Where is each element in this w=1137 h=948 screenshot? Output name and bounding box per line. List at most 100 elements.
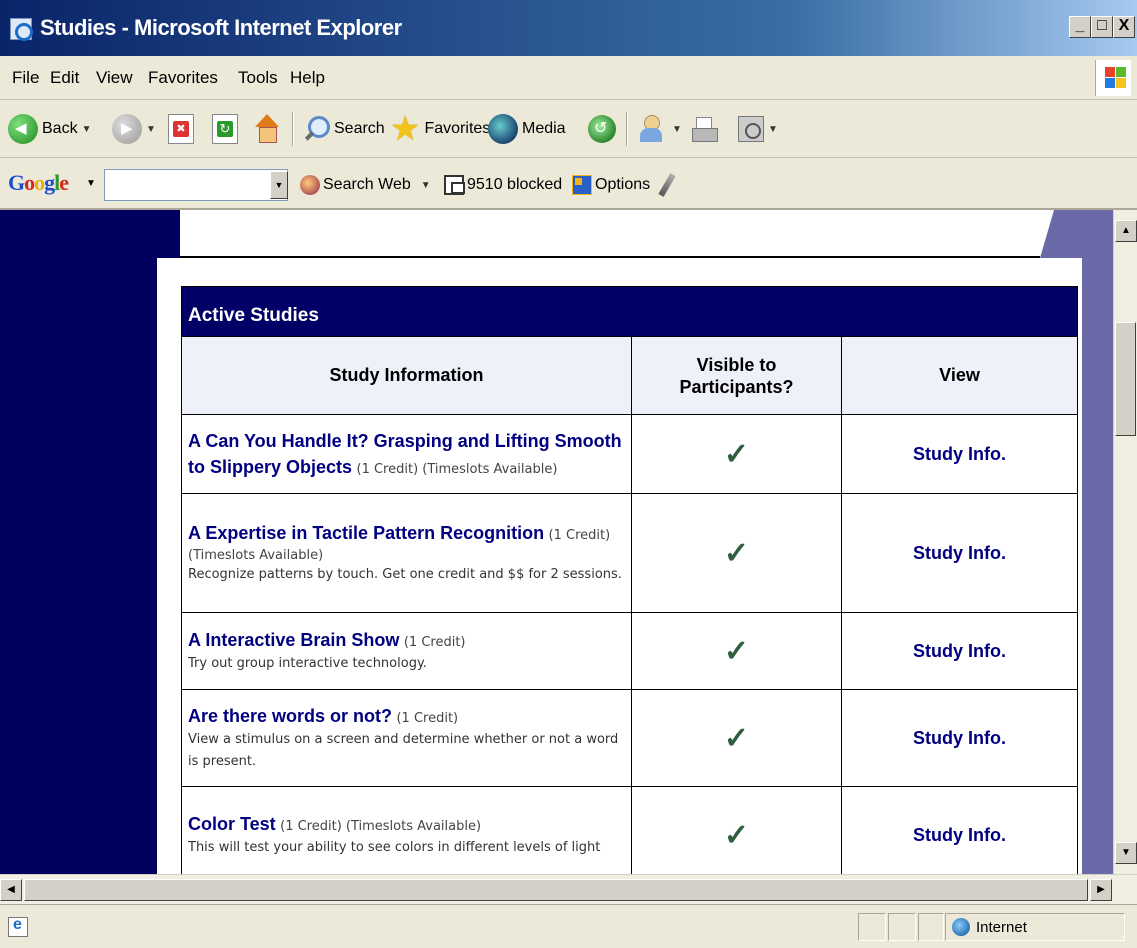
table-row: Are there words or not? (1 Credit) View … — [181, 689, 1079, 787]
forward-button[interactable]: ▼ — [112, 111, 156, 147]
study-title-link[interactable]: A Interactive Brain Show — [188, 630, 399, 650]
media-button[interactable]: Media — [488, 111, 566, 147]
discuss-icon — [738, 116, 764, 142]
horizontal-scrollbar[interactable]: ◀ ▶ — [0, 874, 1137, 904]
search-button[interactable]: Search — [302, 111, 385, 147]
ie-icon — [10, 18, 33, 41]
study-info-cell: A Can You Handle It? Grasping and Liftin… — [181, 414, 632, 494]
visible-cell: ✓ — [631, 414, 842, 494]
mail-dropdown-icon[interactable]: ▼ — [672, 124, 682, 135]
toolbar-separator — [292, 112, 294, 146]
vertical-scrollbar[interactable]: ▲ ▼ — [1113, 210, 1137, 874]
toolbar-separator — [626, 112, 628, 146]
study-info-link[interactable]: Study Info. — [913, 543, 1006, 563]
favorites-button[interactable]: ★ Favorites — [390, 111, 490, 147]
scroll-down-button[interactable]: ▼ — [1115, 842, 1137, 864]
study-description: View a stimulus on a screen and determin… — [188, 732, 619, 769]
study-info-link[interactable]: Study Info. — [913, 641, 1006, 661]
options-button[interactable]: Options — [572, 171, 650, 199]
maximize-button[interactable]: □ — [1091, 16, 1113, 38]
back-arrow-icon — [8, 114, 38, 144]
options-icon — [572, 175, 592, 195]
study-title-link[interactable]: Color Test — [188, 814, 276, 834]
history-button[interactable] — [588, 111, 616, 147]
home-button[interactable] — [252, 111, 282, 147]
scroll-up-button[interactable]: ▲ — [1115, 220, 1137, 242]
table-row: Color Test (1 Credit) (Timeslots Availab… — [181, 786, 1079, 874]
media-icon — [488, 114, 518, 144]
status-bar: Internet — [0, 904, 1137, 948]
study-info-cell: A Expertise in Tactile Pattern Recogniti… — [181, 493, 632, 613]
forward-arrow-icon — [112, 114, 142, 144]
google-toolbar: Google ▼ ▼ Search Web ▼ 9510 blocked Opt… — [0, 158, 1137, 210]
horizontal-scroll-thumb[interactable] — [24, 879, 1088, 901]
study-description: Recognize patterns by touch. Get one cre… — [188, 567, 622, 582]
search-web-label: Search Web — [323, 176, 411, 193]
view-cell: Study Info. — [840, 493, 1079, 613]
google-search-input[interactable] — [104, 169, 288, 201]
study-title-link[interactable]: A Expertise in Tactile Pattern Recogniti… — [188, 523, 544, 543]
visible-cell: ✓ — [631, 689, 842, 787]
visible-cell: ✓ — [631, 612, 842, 690]
highlight-button[interactable] — [658, 171, 676, 199]
page-side-column — [0, 210, 180, 874]
close-button[interactable]: X — [1113, 16, 1135, 38]
menu-help[interactable]: Help — [290, 68, 325, 88]
study-info-link[interactable]: Study Info. — [913, 728, 1006, 748]
study-description: This will test your ability to see color… — [188, 840, 601, 855]
vertical-scroll-thumb[interactable] — [1115, 322, 1136, 436]
menu-view[interactable]: View — [96, 68, 133, 88]
view-cell: Study Info. — [840, 612, 1079, 690]
menu-favorites[interactable]: Favorites — [148, 68, 218, 88]
discuss-button[interactable]: ▼ — [738, 111, 778, 147]
status-pane — [888, 913, 916, 941]
menu-file[interactable]: File — [12, 68, 39, 88]
popup-blocker-icon — [444, 175, 465, 195]
google-logo[interactable]: Google — [8, 170, 69, 196]
search-web-button[interactable]: Search Web ▼ — [300, 171, 431, 199]
study-title-link[interactable]: Are there words or not? — [188, 706, 392, 726]
scroll-left-button[interactable]: ◀ — [0, 879, 22, 901]
security-zone: Internet — [945, 913, 1125, 941]
standard-toolbar: Back ▼ ▼ Search ★ Favorites Media ▼ ▼ — [0, 100, 1137, 158]
study-info-link[interactable]: Study Info. — [913, 444, 1006, 464]
back-button[interactable]: Back ▼ — [8, 111, 91, 147]
discuss-dropdown-icon[interactable]: ▼ — [768, 124, 778, 135]
stop-icon — [168, 114, 194, 144]
home-icon — [252, 114, 282, 144]
search-icon — [302, 115, 330, 143]
menu-tools[interactable]: Tools — [238, 68, 278, 88]
view-cell: Study Info. — [840, 689, 1079, 787]
zone-label: Internet — [976, 918, 1027, 936]
search-web-icon — [300, 175, 320, 195]
header-view: View — [840, 336, 1079, 415]
view-cell: Study Info. — [840, 414, 1079, 494]
refresh-button[interactable] — [212, 111, 238, 147]
mail-button[interactable]: ▼ — [638, 111, 682, 147]
minimize-button[interactable]: _ — [1069, 16, 1091, 38]
back-dropdown-icon[interactable]: ▼ — [82, 124, 92, 135]
internet-globe-icon — [952, 918, 970, 936]
page-status-icon — [8, 916, 28, 937]
checkmark-icon: ✓ — [723, 721, 750, 755]
popup-blocker-button[interactable]: 9510 blocked — [444, 171, 562, 199]
study-info-cell: A Interactive Brain Show (1 Credit) Try … — [181, 612, 632, 690]
print-button[interactable] — [690, 111, 718, 147]
study-info-link[interactable]: Study Info. — [913, 825, 1006, 845]
forward-dropdown-icon[interactable]: ▼ — [146, 124, 156, 135]
google-search-dropdown-icon[interactable]: ▼ — [270, 171, 288, 199]
study-meta: (1 Credit) (Timeslots Available) — [356, 462, 558, 477]
favorites-label: Favorites — [424, 120, 491, 137]
menu-edit[interactable]: Edit — [50, 68, 79, 88]
table-row: A Expertise in Tactile Pattern Recogniti… — [181, 493, 1079, 613]
status-pane — [858, 913, 886, 941]
search-web-dropdown-icon[interactable]: ▼ — [421, 180, 431, 191]
pencil-icon — [658, 173, 676, 197]
checkmark-icon: ✓ — [723, 536, 750, 570]
media-label: Media — [522, 120, 566, 137]
google-menu-dropdown-icon[interactable]: ▼ — [86, 178, 96, 189]
scroll-right-button[interactable]: ▶ — [1090, 879, 1112, 901]
stop-button[interactable] — [168, 111, 194, 147]
window-title-bar[interactable]: Studies - Microsoft Internet Explorer _ … — [0, 0, 1137, 56]
print-icon — [690, 115, 718, 143]
